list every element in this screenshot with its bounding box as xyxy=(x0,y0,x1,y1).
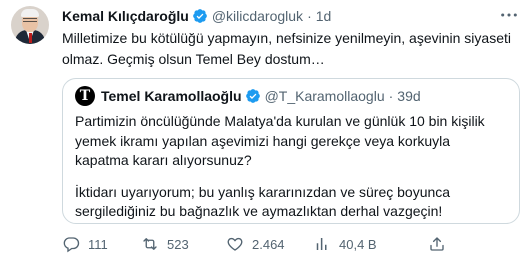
header-separator: · xyxy=(307,8,312,24)
tweet-time[interactable]: 1d xyxy=(316,8,332,24)
quoted-text: Partimizin öncülüğünde Malatya'da kurula… xyxy=(75,112,505,222)
views-button[interactable]: 40,4 B xyxy=(313,233,377,255)
reply-button[interactable]: 111 xyxy=(62,233,108,255)
quoted-time[interactable]: 39d xyxy=(397,88,420,104)
quoted-avatar[interactable]: T xyxy=(75,86,95,106)
views-count: 40,4 B xyxy=(339,236,377,252)
reply-count: 111 xyxy=(88,236,108,252)
reply-icon xyxy=(63,237,80,253)
heart-icon xyxy=(227,237,243,251)
quoted-paragraph-1: Partimizin öncülüğünde Malatya'da kurula… xyxy=(75,113,485,168)
retweet-count: 523 xyxy=(167,236,189,252)
avatar-tie xyxy=(28,33,32,43)
action-bar: 111 523 2.464 40,4 B xyxy=(62,233,520,255)
quoted-separator: · xyxy=(388,88,394,104)
like-button[interactable]: 2.464 xyxy=(226,233,285,255)
author-avatar[interactable] xyxy=(11,6,49,44)
retweet-icon xyxy=(143,238,157,250)
quoted-header: T Temel Karamollaoğlu @T_Karamollaoglu ·… xyxy=(75,86,421,106)
avatar-hair xyxy=(21,9,39,17)
quoted-paragraph-2: İktidarı uyarıyorum; bu yanlış kararınız… xyxy=(75,183,451,220)
verified-badge-icon xyxy=(192,8,208,24)
share-button[interactable] xyxy=(428,233,446,255)
tweet-header: Kemal Kılıçdaroğlu @kilicdarogluk · 1d xyxy=(62,7,331,25)
quoted-author-handle[interactable]: @T_Karamollaoglu xyxy=(265,88,385,104)
tweet-card[interactable]: Kemal Kılıçdaroğlu @kilicdarogluk · 1d M… xyxy=(0,0,531,260)
author-name[interactable]: Kemal Kılıçdaroğlu xyxy=(62,8,189,24)
avatar-glasses xyxy=(23,18,37,22)
author-handle[interactable]: @kilicdarogluk xyxy=(212,8,303,24)
like-count: 2.464 xyxy=(252,236,285,252)
quoted-author-name[interactable]: Temel Karamollaoğlu xyxy=(101,88,242,104)
more-options-icon[interactable] xyxy=(499,6,519,24)
share-icon xyxy=(430,237,444,251)
quoted-tweet[interactable]: T Temel Karamollaoğlu @T_Karamollaoglu ·… xyxy=(62,78,520,224)
verified-badge-icon xyxy=(245,88,261,104)
retweet-button[interactable]: 523 xyxy=(141,233,189,255)
tweet-text: Milletimize bu kötülüğü yapmayın, nefsin… xyxy=(62,30,511,67)
views-chart-icon xyxy=(316,238,327,250)
